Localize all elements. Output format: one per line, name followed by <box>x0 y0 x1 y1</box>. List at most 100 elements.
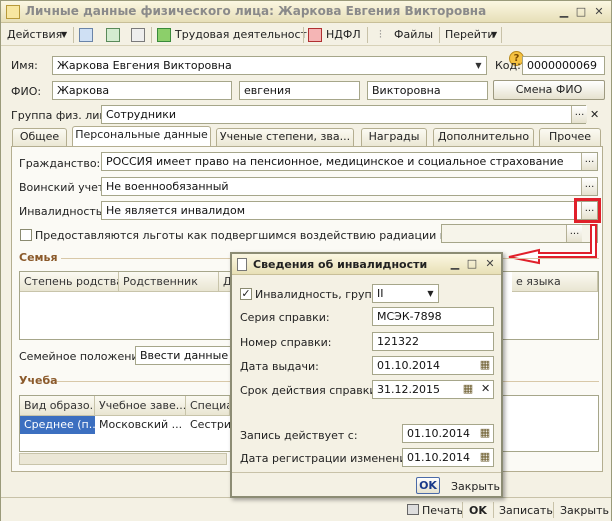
clear-icon[interactable]: ✕ <box>481 382 490 395</box>
disability-dialog: Сведения об инвалидности ▁ □ ✕ ✓ Инвалид… <box>230 252 503 498</box>
chevron-down-icon[interactable]: ▼ <box>471 58 486 73</box>
disability-group-label: Инвалидность, группа: <box>255 288 390 301</box>
tab-additional[interactable]: Дополнительно <box>433 128 534 146</box>
copy-icon[interactable] <box>131 28 145 42</box>
maximize-icon[interactable]: □ <box>465 257 479 271</box>
toolbar-separator <box>439 27 440 43</box>
code-label: Код: <box>495 59 521 72</box>
issue-date-label: Дата выдачи: <box>240 360 319 373</box>
move-icon[interactable] <box>79 28 93 42</box>
maximize-icon[interactable]: □ <box>574 5 588 19</box>
dialog-close-button[interactable]: Закрыть <box>451 480 500 493</box>
disability-group-checkbox[interactable]: ✓ <box>240 288 252 300</box>
save-button[interactable]: Записать <box>499 504 553 517</box>
chevron-down-icon[interactable]: ▼ <box>61 30 67 39</box>
name-input[interactable]: Жаркова Евгения Викторовна <box>52 56 487 75</box>
family-section-title: Семья <box>19 251 58 264</box>
code-input[interactable]: 0000000069 <box>522 56 605 75</box>
benefits-label: Предоставляются льготы как подвергшимся … <box>35 229 496 242</box>
select-button[interactable]: ... <box>571 106 587 123</box>
group-label: Группа физ. лиц: <box>11 109 111 122</box>
toolbar-separator <box>367 27 368 43</box>
tab-general[interactable]: Общее <box>12 128 67 146</box>
issue-date-input[interactable]: 01.10.2014 <box>372 356 494 375</box>
column-header[interactable]: е языка <box>512 272 598 292</box>
number-input[interactable]: 121322 <box>372 332 494 351</box>
select-button[interactable]: ... <box>581 178 597 195</box>
citizenship-input[interactable]: РОССИЯ имеет право на пенсионное, медици… <box>101 152 598 171</box>
dialog-title: Сведения об инвалидности <box>253 258 428 271</box>
toolbar-separator <box>501 27 502 43</box>
main-window: Личные данные физического лица: Жаркова … <box>0 0 612 521</box>
ok-button[interactable]: OK <box>469 504 487 517</box>
series-input[interactable]: МСЭК-7898 <box>372 307 494 326</box>
refresh-icon[interactable] <box>106 28 120 42</box>
print-button[interactable]: Печать <box>422 504 463 517</box>
select-button[interactable]: ... <box>581 153 597 170</box>
column-header[interactable]: Специа <box>186 396 230 416</box>
print-icon <box>407 504 419 515</box>
effective-date-label: Запись действует с: <box>240 429 358 442</box>
column-header[interactable]: Родственник <box>119 272 219 292</box>
minimize-icon[interactable]: ▁ <box>448 257 462 271</box>
window-title: Личные данные физического лица: Жаркова … <box>25 4 487 18</box>
chevron-down-icon[interactable]: ▼ <box>423 286 438 301</box>
goto-menu[interactable]: Перейти <box>445 28 495 41</box>
actions-menu[interactable]: Действия <box>7 28 62 41</box>
validity-label: Срок действия справки: <box>240 384 381 397</box>
ndfl-icon <box>308 28 322 42</box>
group-input[interactable]: Сотрудники <box>101 105 586 124</box>
disability-input[interactable]: Не является инвалидом <box>101 201 598 220</box>
series-label: Серия справки: <box>240 311 330 324</box>
toolbar-separator <box>553 502 554 518</box>
study-section-title: Учеба <box>19 374 58 387</box>
fio-label: ФИО: <box>11 85 42 98</box>
tab-degrees[interactable]: Ученые степени, зва... <box>216 128 354 146</box>
files-button[interactable]: Файлы <box>394 28 433 41</box>
close-icon[interactable]: ✕ <box>592 5 606 19</box>
document-icon <box>237 258 247 271</box>
dialog-ok-button[interactable]: OK <box>416 477 440 494</box>
ndfl-button[interactable]: НДФЛ <box>326 28 361 41</box>
column-header[interactable]: Степень родства <box>20 272 119 292</box>
calendar-icon[interactable]: ▦ <box>477 357 493 374</box>
disability-label: Инвалидность: <box>19 205 106 218</box>
change-fio-button[interactable]: Смена ФИО <box>493 80 605 100</box>
dialog-title-bar: Сведения об инвалидности ▁ □ ✕ <box>232 254 501 275</box>
calendar-icon[interactable]: ▦ <box>477 449 493 466</box>
first-name-input[interactable]: евгения <box>239 81 360 100</box>
tab-personal[interactable]: Персональные данные <box>72 126 211 147</box>
minimize-icon[interactable]: ▁ <box>557 5 571 19</box>
tab-awards[interactable]: Награды <box>361 128 427 146</box>
table-row[interactable]: Среднее (п... Московский ... Сестри <box>20 416 230 434</box>
table-cell[interactable]: Московский ... <box>95 416 186 434</box>
military-label: Воинский учет: <box>19 181 108 194</box>
labor-button[interactable]: Трудовая деятельность <box>175 28 313 41</box>
marital-input[interactable]: Ввести данные о <box>135 346 235 365</box>
toolbar-separator <box>462 502 463 518</box>
column-header[interactable]: Учебное заве... <box>95 396 186 416</box>
labor-icon <box>157 28 171 42</box>
middle-name-input[interactable]: Викторовна <box>367 81 488 100</box>
table-cell[interactable]: Сестри <box>186 416 230 434</box>
table-cell[interactable]: Среднее (п... <box>20 416 95 434</box>
registration-date-label: Дата регистрации изменений: <box>240 452 418 465</box>
benefits-checkbox[interactable] <box>20 229 32 241</box>
clear-icon[interactable]: ✕ <box>590 108 599 121</box>
scrollbar[interactable] <box>19 453 227 465</box>
dialog-divider <box>232 472 501 473</box>
calendar-icon[interactable]: ▦ <box>460 381 476 398</box>
military-input[interactable]: Не военнообязанный <box>101 177 598 196</box>
column-header[interactable]: Вид образо... <box>20 396 95 416</box>
citizenship-label: Гражданство: <box>19 157 101 170</box>
close-button[interactable]: Закрыть <box>560 504 609 517</box>
toolbar-separator <box>73 27 74 43</box>
last-name-input[interactable]: Жаркова <box>52 81 232 100</box>
title-bar: Личные данные физического лица: Жаркова … <box>1 1 611 23</box>
calendar-icon[interactable]: ▦ <box>477 425 493 442</box>
chevron-down-icon[interactable]: ▼ <box>491 30 497 39</box>
bottom-bar: Печать OK Записать Закрыть <box>1 497 611 521</box>
tab-other[interactable]: Прочее <box>539 128 601 146</box>
close-icon[interactable]: ✕ <box>483 257 497 271</box>
toolbar-separator <box>493 502 494 518</box>
